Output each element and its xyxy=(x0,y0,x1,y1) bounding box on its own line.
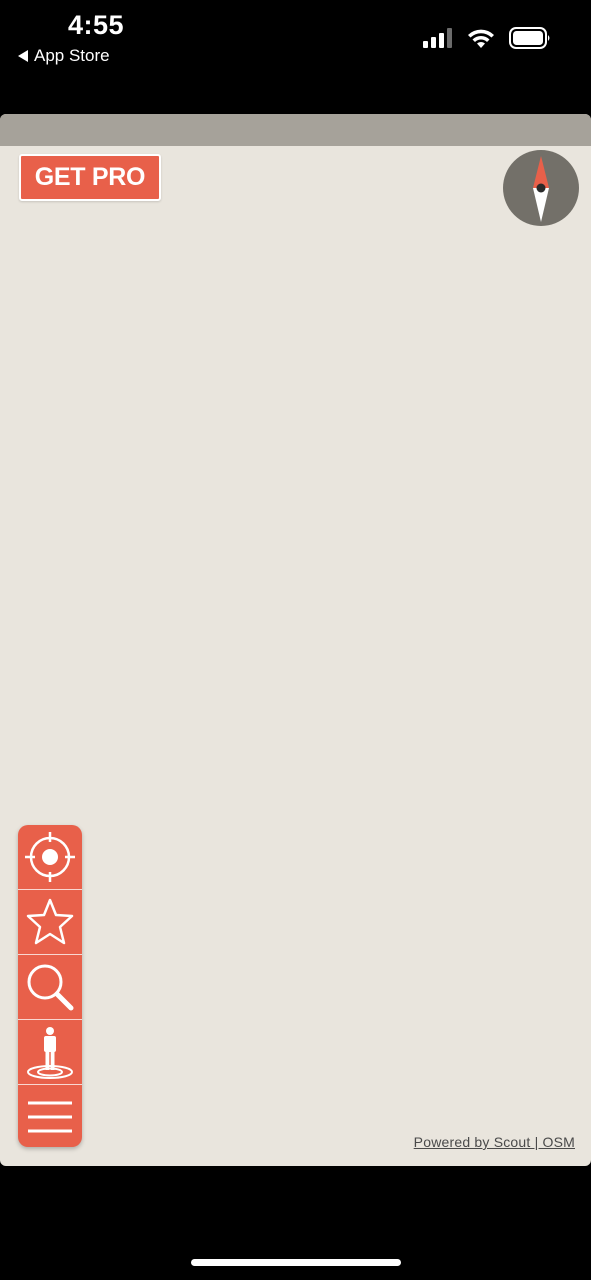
menu-icon xyxy=(28,1101,72,1133)
nearby-button[interactable] xyxy=(18,1020,82,1084)
system-icons xyxy=(423,27,551,49)
locate-button[interactable] xyxy=(18,825,82,889)
search-button[interactable] xyxy=(18,955,82,1019)
status-bar: 4:55 App Store xyxy=(0,0,591,80)
compass-button[interactable] xyxy=(503,150,579,226)
back-arrow-icon xyxy=(18,50,28,62)
wifi-icon xyxy=(468,29,494,48)
person-location-icon xyxy=(27,1027,73,1079)
back-to-app-store[interactable]: App Store xyxy=(18,46,110,66)
compass-needle-icon xyxy=(533,156,549,222)
signal-icon xyxy=(423,28,452,48)
star-icon xyxy=(26,898,74,945)
status-time: 4:55 xyxy=(68,10,125,40)
favorites-button[interactable] xyxy=(18,890,82,954)
battery-icon xyxy=(509,27,550,49)
menu-button[interactable] xyxy=(18,1085,82,1147)
home-indicator[interactable] xyxy=(191,1259,401,1266)
get-pro-button[interactable]: GET PRO xyxy=(19,154,161,201)
map-view[interactable]: GET PRO Powered by Scout | OSM xyxy=(0,114,591,1166)
map-toolbar xyxy=(18,825,82,1147)
search-icon xyxy=(27,964,74,1011)
back-app-label: App Store xyxy=(34,46,110,65)
map-top-strip xyxy=(0,114,591,146)
map-attribution-link[interactable]: Powered by Scout | OSM xyxy=(414,1134,575,1150)
locate-target-icon xyxy=(25,832,75,882)
